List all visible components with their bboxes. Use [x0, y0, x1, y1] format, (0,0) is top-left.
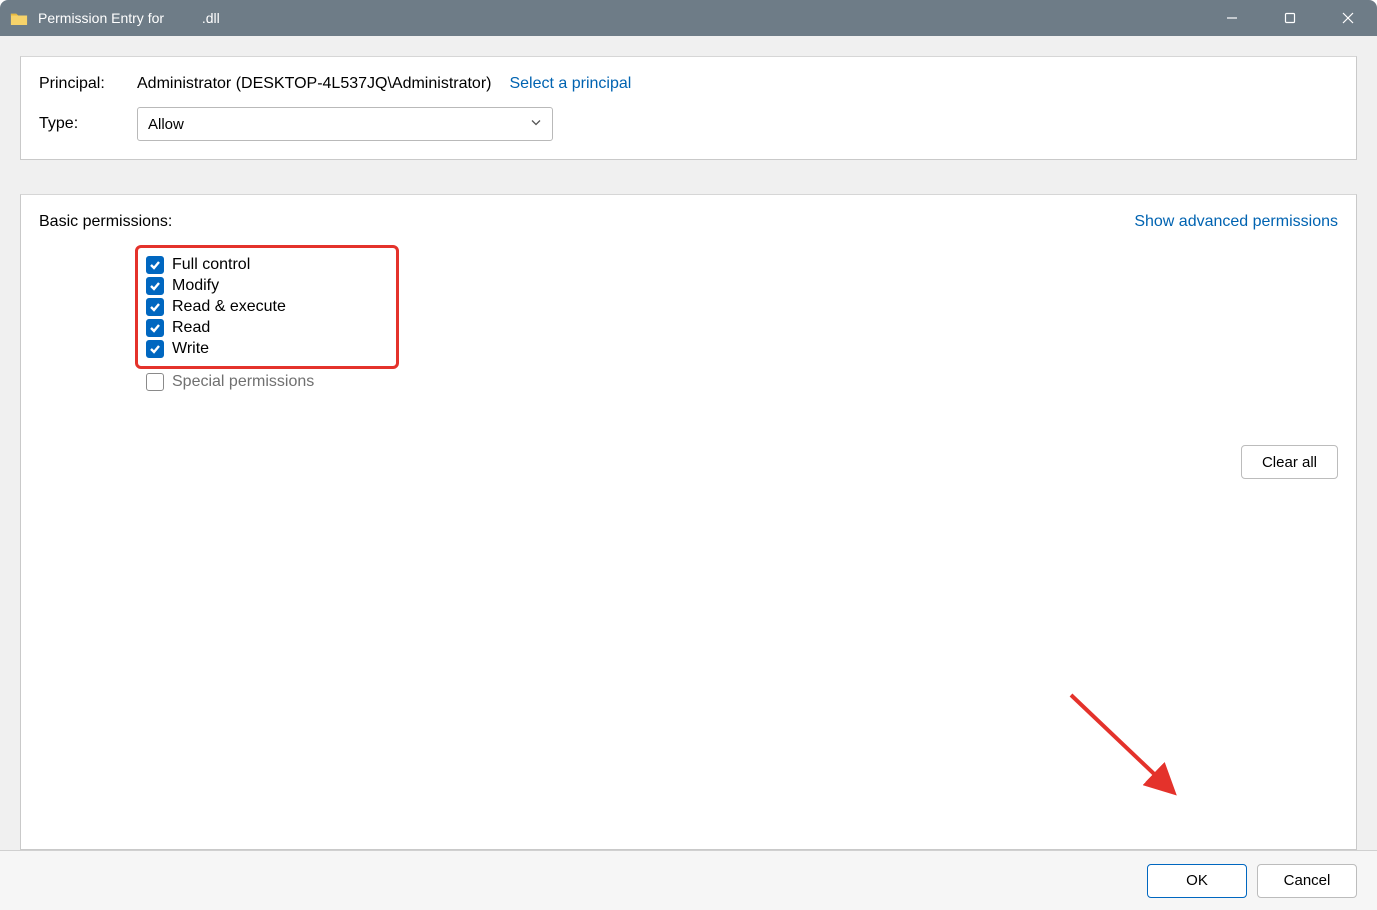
checkbox-empty-icon [146, 373, 164, 391]
principal-row: Principal: Administrator (DESKTOP-4L537J… [39, 75, 1338, 93]
window-controls [1203, 0, 1377, 36]
checkbox-write[interactable]: Write [146, 340, 286, 358]
title-prefix: Permission Entry for [38, 10, 164, 26]
clear-all-button[interactable]: Clear all [1241, 445, 1338, 479]
type-select-value: Allow [148, 116, 184, 133]
check-icon [146, 298, 164, 316]
checkbox-label: Read & execute [172, 298, 286, 316]
check-icon [146, 340, 164, 358]
show-advanced-permissions-link[interactable]: Show advanced permissions [1134, 213, 1338, 231]
checkbox-label: Modify [172, 277, 219, 295]
cancel-button[interactable]: Cancel [1257, 864, 1357, 898]
checkbox-label: Special permissions [172, 373, 314, 391]
check-icon [146, 256, 164, 274]
principal-value: Administrator (DESKTOP-4L537JQ\Administr… [137, 75, 491, 93]
checkbox-read[interactable]: Read [146, 319, 286, 337]
type-label: Type: [39, 115, 137, 133]
title-filename: .dll [202, 10, 220, 26]
ok-button[interactable]: OK [1147, 864, 1247, 898]
window-title: Permission Entry for .dll [38, 10, 220, 26]
checkbox-full-control[interactable]: Full control [146, 256, 286, 274]
close-button[interactable] [1319, 0, 1377, 36]
maximize-button[interactable] [1261, 0, 1319, 36]
dialog-footer: OK Cancel [0, 850, 1377, 910]
checkbox-modify[interactable]: Modify [146, 277, 286, 295]
permissions-checkbox-group: Full control Modify Read & execute Read … [135, 245, 399, 394]
checkbox-label: Full control [172, 256, 250, 274]
basic-permissions-label: Basic permissions: [39, 213, 172, 231]
content-area: Principal: Administrator (DESKTOP-4L537J… [0, 36, 1377, 850]
check-icon [146, 277, 164, 295]
folder-icon [10, 11, 28, 25]
check-icon [146, 319, 164, 337]
annotation-arrow [1061, 685, 1191, 805]
checkbox-label: Write [172, 340, 209, 358]
permissions-panel: Basic permissions: Show advanced permiss… [20, 194, 1357, 850]
titlebar: Permission Entry for .dll [0, 0, 1377, 36]
annotation-highlight-box: Full control Modify Read & execute Read … [135, 245, 399, 369]
checkbox-read-execute[interactable]: Read & execute [146, 298, 286, 316]
principal-panel: Principal: Administrator (DESKTOP-4L537J… [20, 56, 1357, 160]
type-row: Type: Allow [39, 107, 1338, 141]
checkbox-special-permissions: Special permissions [146, 373, 399, 391]
checkbox-label: Read [172, 319, 210, 337]
minimize-button[interactable] [1203, 0, 1261, 36]
principal-label: Principal: [39, 75, 137, 93]
chevron-down-icon [530, 116, 542, 133]
type-select[interactable]: Allow [137, 107, 553, 141]
select-principal-link[interactable]: Select a principal [509, 75, 631, 93]
